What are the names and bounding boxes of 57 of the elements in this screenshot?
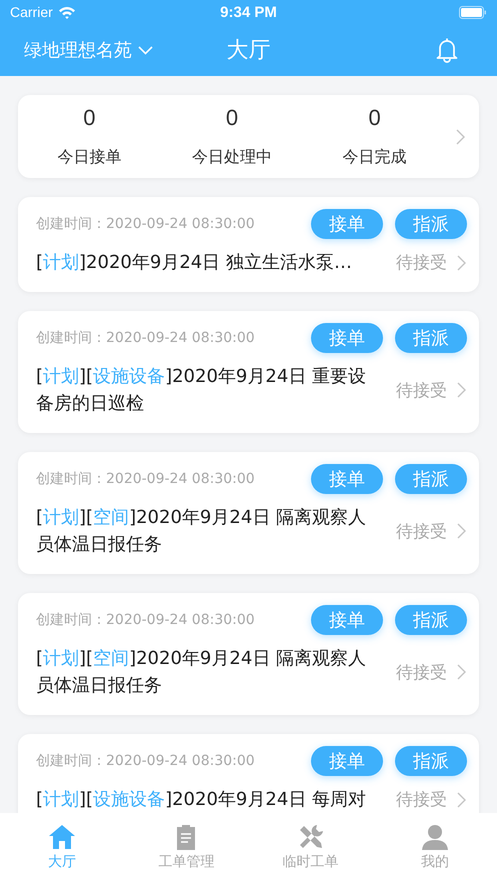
- action-button[interactable]: 接单: [311, 323, 383, 353]
- order-title: [计划][空间]2020年9月24日 隔离观察人员体温日报任务: [36, 647, 367, 698]
- stats-card[interactable]: 0 今日接单 0 今日处理中 0 今日完成: [18, 95, 479, 178]
- chevron-right-icon: [457, 664, 466, 680]
- order-status: 待接受: [396, 252, 447, 274]
- wifi-icon: [58, 6, 76, 18]
- stat-value: 0: [83, 105, 96, 131]
- action-button[interactable]: 指派: [395, 746, 467, 776]
- order-card[interactable]: 创建时间：2020-09-24 08:30:00 接单 指派 [计划][设施设备]2020年9月24日 重要设备房的日巡检 待接受: [18, 311, 479, 433]
- bell-icon[interactable]: [435, 37, 459, 63]
- order-card[interactable]: 创建时间：2020-09-24 08:30:00 接单 指派 [计划][设施设备]2020年9月24日 每周对 待接受: [18, 734, 479, 813]
- action-button[interactable]: 接单: [311, 746, 383, 776]
- created-time: 创建时间：2020-09-24 08:30:00: [36, 470, 256, 488]
- chevron-down-icon: [138, 46, 153, 54]
- action-button[interactable]: 指派: [395, 323, 467, 353]
- action-button[interactable]: 指派: [395, 464, 467, 494]
- stat-value: 0: [226, 105, 238, 131]
- status-time: 9:34 PM: [220, 4, 277, 20]
- tab-item[interactable]: 临时工单: [248, 813, 373, 883]
- chevron-right-icon: [457, 792, 466, 808]
- order-card[interactable]: 创建时间：2020-09-24 08:30:00 接单 指派 [计划][空间]2020年9月24日 隔离观察人员体温日报任务 待接受: [18, 452, 479, 574]
- created-time: 创建时间：2020-09-24 08:30:00: [36, 752, 256, 770]
- order-title: [计划]2020年9月24日 独立生活水泵…: [36, 251, 353, 275]
- order-card[interactable]: 创建时间：2020-09-24 08:30:00 接单 指派 [计划][空间]2020年9月24日 隔离观察人员体温日报任务 待接受: [18, 593, 479, 715]
- order-title: [计划][设施设备]2020年9月24日 每周对: [36, 788, 367, 812]
- action-button[interactable]: 接单: [311, 605, 383, 635]
- chevron-right-icon: [457, 523, 466, 539]
- action-button[interactable]: 指派: [395, 209, 467, 239]
- stat-label: 今日完成: [342, 147, 407, 168]
- stat-label: 今日处理中: [192, 147, 272, 168]
- tab-item[interactable]: 我的: [372, 813, 497, 883]
- tab-item[interactable]: 工单管理: [124, 813, 248, 883]
- chevron-right-icon: [457, 254, 466, 270]
- battery-icon: [459, 6, 487, 18]
- created-time: 创建时间：2020-09-24 08:30:00: [36, 329, 256, 347]
- action-button[interactable]: 指派: [395, 605, 467, 635]
- person-icon: [420, 823, 449, 851]
- order-status: 待接受: [396, 520, 447, 542]
- page-title: 大厅: [226, 37, 270, 65]
- location-selector[interactable]: 绿地理想名苑: [24, 38, 153, 62]
- order-card[interactable]: 创建时间：2020-09-24 08:30:00 接单 指派 [计划]2020年9月24日 独立生活水泵… 待接受: [18, 197, 479, 292]
- order-title: [计划][空间]2020年9月24日 隔离观察人员体温日报任务: [36, 506, 367, 557]
- tab-item[interactable]: 大厅: [0, 813, 124, 883]
- created-time: 创建时间：2020-09-24 08:30:00: [36, 611, 256, 629]
- order-status: 待接受: [396, 789, 447, 811]
- order-status: 待接受: [396, 662, 447, 684]
- order-title: [计划][设施设备]2020年9月24日 重要设备房的日巡检: [36, 365, 367, 416]
- chevron-right-icon: [456, 128, 466, 144]
- stat-value: 0: [368, 105, 381, 131]
- action-button[interactable]: 接单: [311, 464, 383, 494]
- order-status: 待接受: [396, 380, 447, 402]
- chevron-right-icon: [457, 382, 466, 398]
- action-button[interactable]: 接单: [311, 209, 383, 239]
- created-time: 创建时间：2020-09-24 08:30:00: [36, 215, 256, 233]
- stat-label: 今日接单: [57, 147, 122, 168]
- carrier-name: Carrier: [10, 4, 53, 20]
- home-icon: [48, 823, 76, 851]
